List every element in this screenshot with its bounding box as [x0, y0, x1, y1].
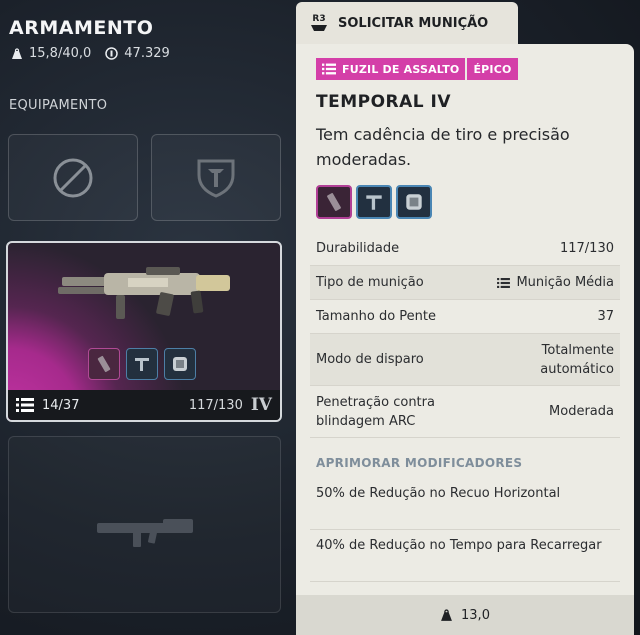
player-stats: 15,8/40,0 47.329 — [11, 46, 170, 61]
magazine-icon[interactable] — [316, 185, 352, 219]
tag-rarity: ÉPICO — [467, 58, 518, 80]
weapon-tooltip: FUZIL DE ASSALTO ÉPICO TEMPORAL IV Tem c… — [296, 44, 634, 635]
secondary-weapon-slot[interactable] — [8, 436, 281, 613]
shield-icon — [197, 159, 235, 198]
r3-button-hint: R3 — [310, 14, 328, 32]
request-ammo-button[interactable]: R3 SOLICITAR MUNIÇÃO — [296, 2, 518, 44]
stock-icon — [126, 348, 158, 380]
stat-value: 117/130 — [559, 241, 614, 256]
ammo-count: 14/37 — [16, 398, 79, 413]
weapon-card-mods — [88, 348, 196, 380]
stock-icon[interactable] — [356, 185, 392, 219]
weapon-name: TEMPORAL IV — [316, 92, 452, 112]
ammo-list-icon — [16, 398, 34, 412]
request-ammo-label: SOLICITAR MUNIÇÃO — [338, 15, 489, 31]
item-weight-value: 13,0 — [461, 607, 490, 623]
currency-stat: 47.329 — [105, 46, 170, 61]
equipment-slot-empty[interactable] — [8, 134, 138, 221]
stat-label: Tamanho do Pente — [316, 309, 436, 324]
stat-value: Moderada — [549, 404, 614, 419]
stat-row: Tamanho do Pente 37 — [310, 300, 620, 334]
tag-class-label: FUZIL DE ASSALTO — [342, 62, 460, 76]
stat-label: Modo de disparo — [316, 352, 424, 367]
ammo-value: 14/37 — [42, 397, 80, 413]
weight-icon — [441, 608, 452, 621]
prohibited-icon — [53, 158, 93, 197]
stat-row: Modo de disparo Totalmente automático — [310, 334, 620, 386]
stat-label: Penetração contra blindagem ARC — [316, 394, 435, 429]
currency-value: 47.329 — [124, 46, 170, 61]
stat-label: Durabilidade — [316, 241, 400, 256]
r3-label: R3 — [312, 14, 326, 24]
tag-class: FUZIL DE ASSALTO — [316, 58, 466, 80]
stat-value: 37 — [597, 309, 614, 324]
grip-icon[interactable] — [396, 185, 432, 219]
weight-stat: 15,8/40,0 — [11, 46, 91, 61]
ammo-list-icon — [322, 63, 336, 75]
item-weight: 13,0 — [296, 595, 634, 635]
page-title: ARMAMENTO — [9, 17, 154, 39]
stat-row: Durabilidade 117/130 — [310, 232, 620, 266]
stat-value: Munição Média — [497, 275, 614, 290]
weapon-tags: FUZIL DE ASSALTO ÉPICO — [316, 58, 518, 80]
coin-icon — [105, 47, 119, 60]
upgrade-list: 50% de Redução no Recuo Horizontal 40% d… — [310, 478, 620, 582]
weapon-mod-slots — [316, 185, 432, 219]
tag-rarity-label: ÉPICO — [473, 62, 512, 76]
weapon-silhouette-icon — [97, 519, 193, 547]
weapon-description: Tem cadência de tiro e precisão moderada… — [316, 125, 570, 169]
durability-value: 117/130 — [188, 397, 243, 413]
stat-row: Penetração contra blindagem ARC Moderada — [310, 386, 620, 438]
upgrade-item: 40% de Redução no Tempo para Recarregar — [310, 530, 620, 582]
tier-badge: IV — [250, 395, 272, 415]
stat-value: Totalmente automático — [540, 342, 614, 377]
assault-rifle-icon — [58, 267, 230, 319]
controller-stick-icon — [311, 25, 327, 31]
upgrade-item: 50% de Redução no Recuo Horizontal — [310, 478, 620, 530]
stat-label: Tipo de munição — [316, 275, 424, 290]
grip-icon — [164, 348, 196, 380]
durability: 117/130 IV — [189, 395, 272, 415]
magazine-icon — [88, 348, 120, 380]
upgrades-title: APRIMORAR MODIFICADORES — [316, 456, 523, 470]
weapon-stats: Durabilidade 117/130 Tipo de munição Mun… — [310, 232, 620, 438]
weapon-card[interactable]: 14/37 117/130 IV — [6, 241, 282, 422]
weight-value: 15,8/40,0 — [29, 46, 92, 61]
shield-slot[interactable] — [151, 134, 281, 221]
weapon-card-footer: 14/37 117/130 IV — [8, 390, 280, 420]
ammo-type-value: Munição Média — [516, 275, 614, 290]
stat-row: Tipo de munição Munição Média — [310, 266, 620, 300]
ammo-list-icon — [497, 277, 511, 288]
weight-icon — [12, 47, 22, 59]
equipment-label: EQUIPAMENTO — [9, 98, 108, 113]
